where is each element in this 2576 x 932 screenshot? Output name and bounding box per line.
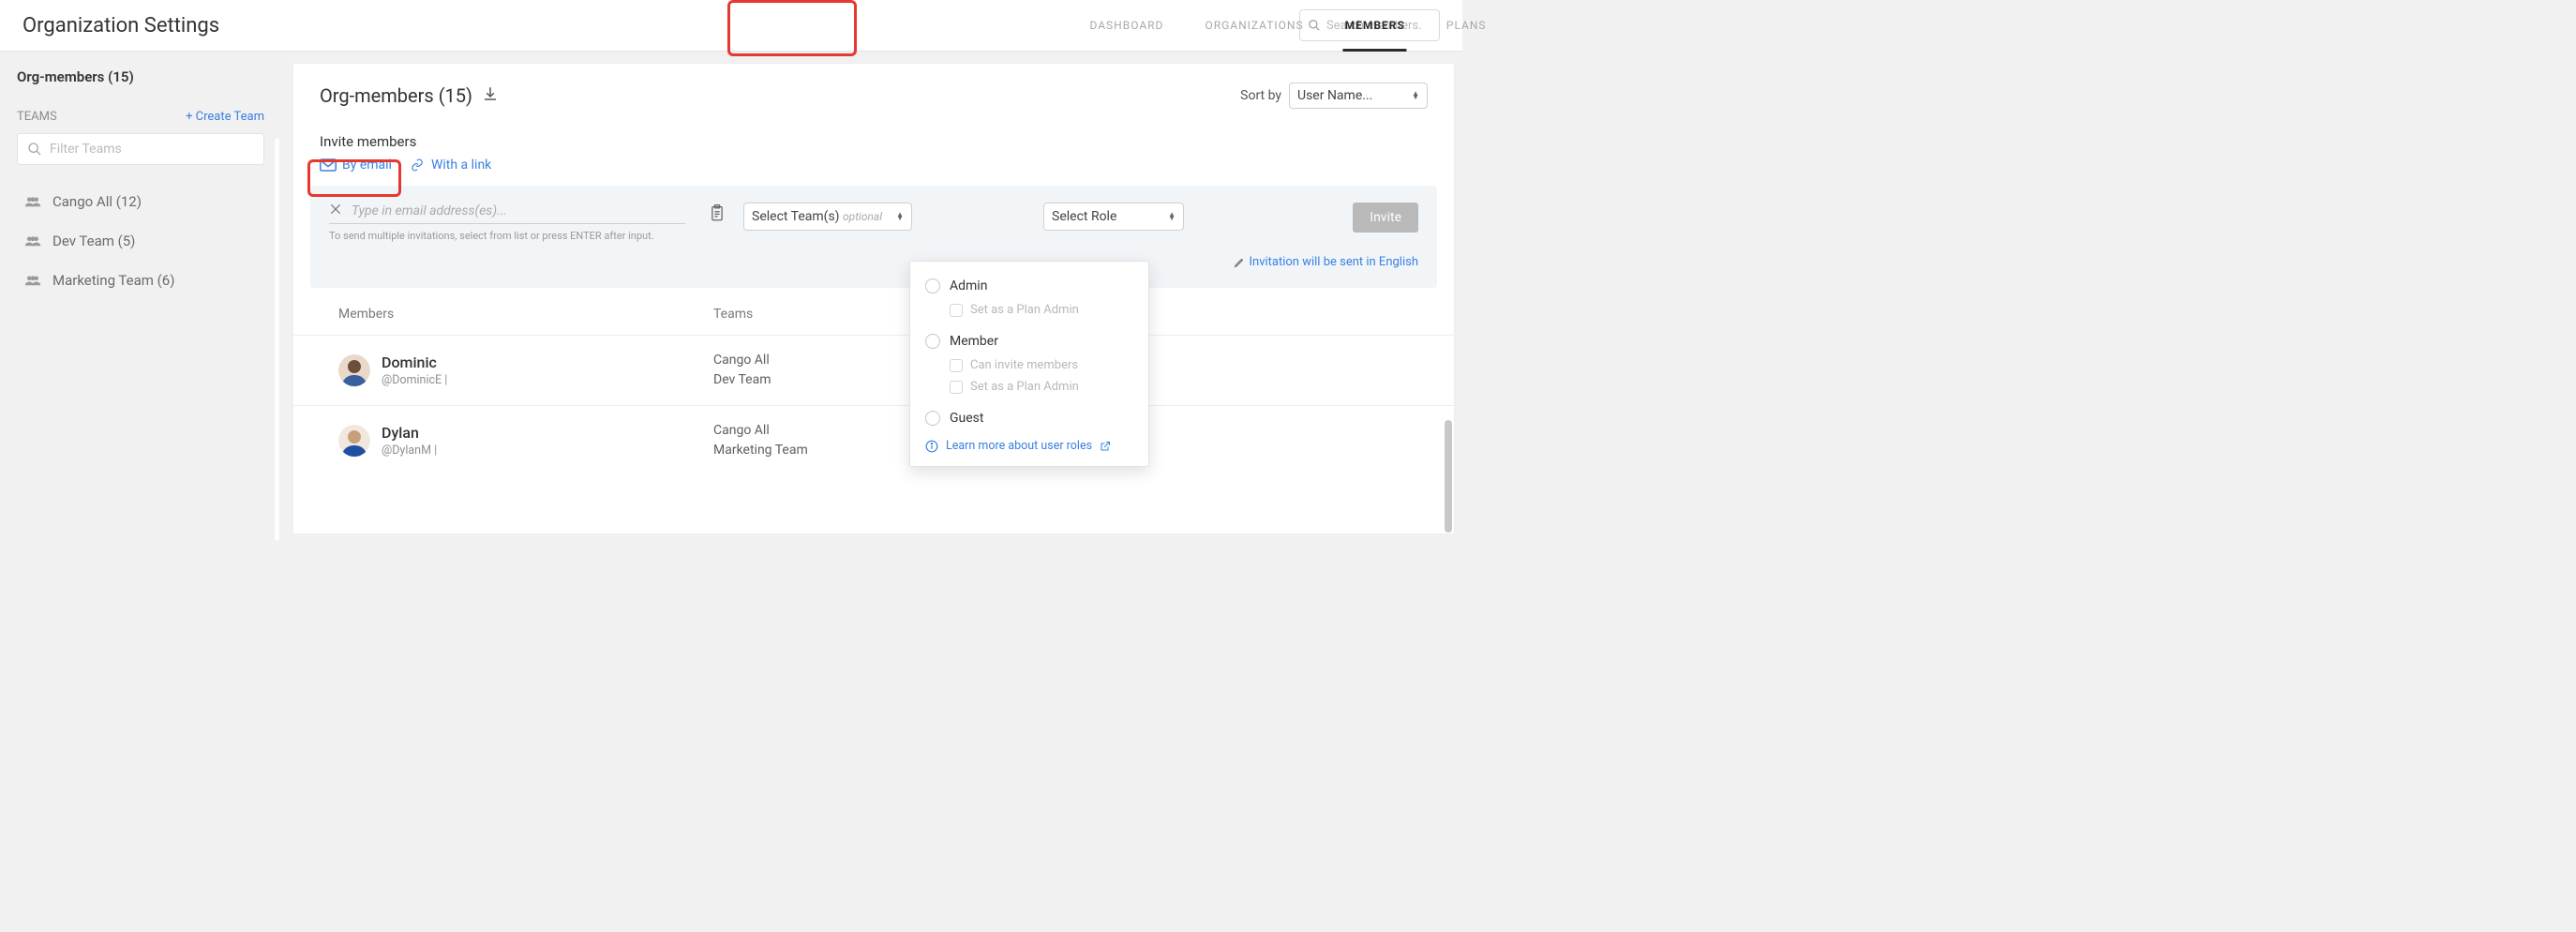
- role-option-member[interactable]: Member: [925, 334, 1133, 349]
- select-teams[interactable]: Select Team(s) optional ▲▼: [743, 203, 912, 231]
- col-members: Members: [338, 307, 713, 322]
- email-hint: To send multiple invitations, select fro…: [329, 230, 685, 242]
- member-handle: @DominicE |: [382, 373, 447, 387]
- invite-button[interactable]: Invite: [1353, 203, 1418, 233]
- role-dropdown: Admin Set as a Plan Admin Member Can inv…: [909, 261, 1149, 467]
- invite-by-email-tab[interactable]: By email: [320, 158, 392, 173]
- checkbox-icon: [950, 359, 963, 372]
- link-icon: [409, 158, 426, 172]
- avatar: [338, 425, 370, 457]
- sort-by-label: Sort by: [1240, 88, 1281, 103]
- search-icon: [27, 142, 42, 157]
- invite-panel: Type in email address(es)... To send mul…: [310, 186, 1437, 288]
- sidebar-team-cango-all[interactable]: Cango All (12): [17, 182, 264, 221]
- tab-members[interactable]: MEMBERS: [1343, 0, 1407, 52]
- invite-members-heading: Invite members: [293, 109, 1454, 158]
- member-name: Dominic: [382, 353, 447, 371]
- filter-placeholder: Filter Teams: [50, 142, 122, 157]
- member-teams: Cango All Marketing Team: [713, 421, 808, 460]
- sort-select[interactable]: User Name... ▲▼: [1289, 83, 1428, 109]
- chevron-updown-icon: ▲▼: [896, 213, 904, 220]
- sidebar-org-members[interactable]: Org-members (15): [17, 68, 264, 85]
- table-header: Members Teams: [293, 288, 1454, 335]
- radio-icon: [925, 334, 940, 349]
- member-handle: @DylanM |: [382, 443, 437, 458]
- select-role[interactable]: Select Role ▲▼: [1043, 203, 1184, 231]
- tab-dashboard[interactable]: DASHBOARD: [1087, 0, 1165, 52]
- main-scrollbar[interactable]: [1445, 420, 1452, 533]
- role-sub-plan-admin[interactable]: Set as a Plan Admin: [950, 303, 1133, 317]
- pencil-icon: [1234, 257, 1245, 268]
- radio-icon: [925, 411, 940, 426]
- mail-icon: [320, 158, 337, 172]
- team-icon: [24, 275, 41, 286]
- role-sub-plan-admin[interactable]: Set as a Plan Admin: [950, 380, 1133, 394]
- info-icon: [925, 440, 938, 453]
- sidebar: Org-members (15) TEAMS + Create Team Fil…: [0, 52, 281, 534]
- top-bar: Organization Settings DASHBOARD ORGANIZA…: [0, 0, 1462, 52]
- avatar: [338, 354, 370, 386]
- role-sub-can-invite[interactable]: Can invite members: [950, 358, 1133, 372]
- checkbox-icon: [950, 304, 963, 317]
- nav-tabs: DASHBOARD ORGANIZATIONS MEMBERS PLANS: [1087, 0, 1488, 52]
- main-title: Org-members (15): [320, 84, 472, 107]
- teams-header: TEAMS: [17, 110, 57, 124]
- radio-icon: [925, 278, 940, 293]
- role-option-admin[interactable]: Admin: [925, 278, 1133, 293]
- tab-plans[interactable]: PLANS: [1445, 0, 1489, 52]
- sidebar-scrollbar[interactable]: [275, 139, 279, 540]
- external-link-icon: [1100, 441, 1111, 452]
- team-icon: [24, 235, 41, 247]
- member-row[interactable]: Dominic @DominicE | Cango All Dev Team: [293, 335, 1454, 405]
- main-panel: Org-members (15) Sort by User Name... ▲▼…: [292, 63, 1455, 534]
- filter-teams-input[interactable]: Filter Teams: [17, 133, 264, 165]
- col-teams: Teams: [713, 307, 753, 322]
- member-teams: Cango All Dev Team: [713, 351, 771, 390]
- sidebar-team-marketing-team[interactable]: Marketing Team (6): [17, 261, 264, 300]
- page-title: Organization Settings: [22, 14, 219, 38]
- chevron-updown-icon: ▲▼: [1412, 92, 1419, 99]
- clear-icon[interactable]: [329, 203, 342, 219]
- download-icon[interactable]: [482, 85, 499, 106]
- invite-with-link-tab[interactable]: With a link: [409, 158, 491, 173]
- checkbox-icon: [950, 381, 963, 394]
- chevron-updown-icon: ▲▼: [1168, 213, 1176, 220]
- team-icon: [24, 196, 41, 207]
- role-option-guest[interactable]: Guest: [925, 411, 1133, 426]
- email-input[interactable]: Type in email address(es)...: [352, 203, 507, 218]
- clipboard-icon[interactable]: [710, 204, 725, 225]
- member-name: Dylan: [382, 424, 437, 442]
- create-team-link[interactable]: + Create Team: [186, 110, 264, 124]
- sidebar-team-dev-team[interactable]: Dev Team (5): [17, 221, 264, 261]
- member-row[interactable]: Dylan @DylanM | Cango All Marketing Team: [293, 405, 1454, 475]
- learn-more-roles-link[interactable]: Learn more about user roles: [925, 439, 1133, 453]
- tab-organizations[interactable]: ORGANIZATIONS: [1203, 0, 1305, 52]
- invitation-language-link[interactable]: Invitation will be sent in English: [1234, 255, 1418, 269]
